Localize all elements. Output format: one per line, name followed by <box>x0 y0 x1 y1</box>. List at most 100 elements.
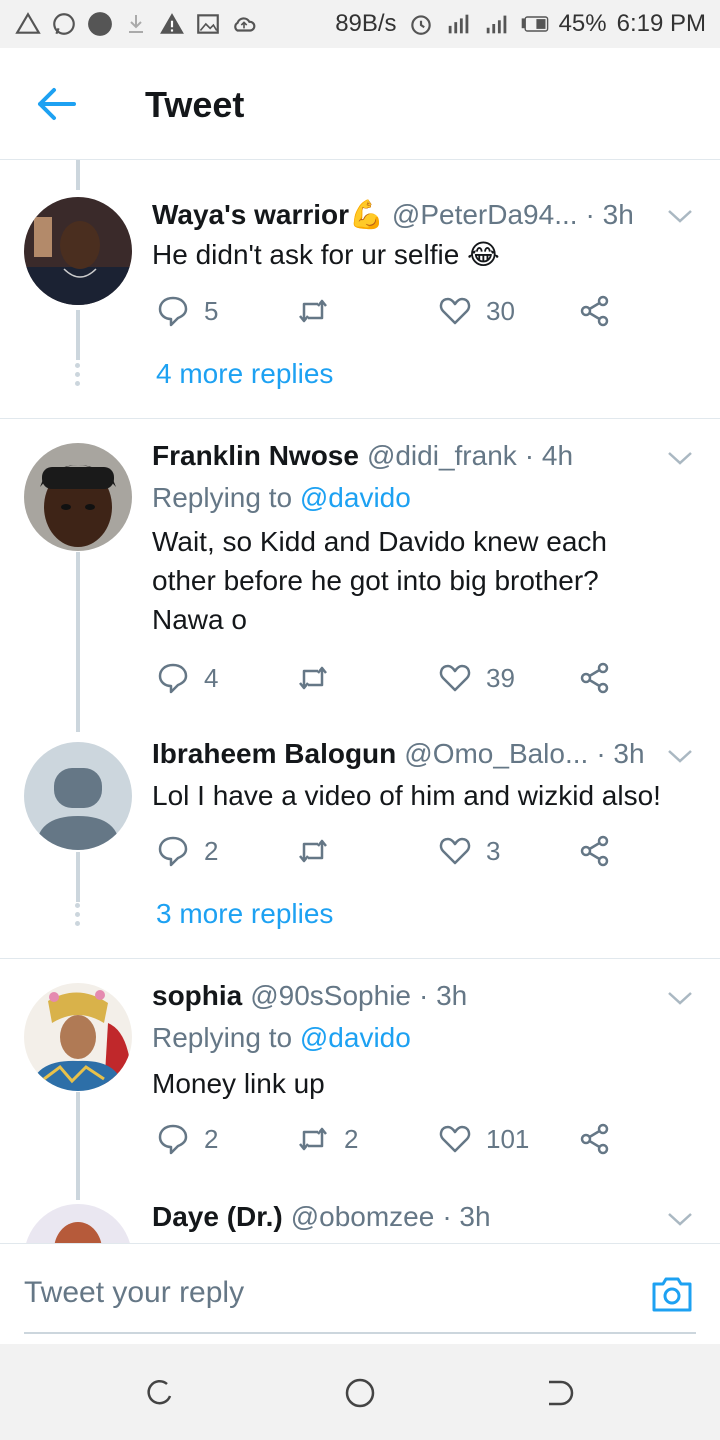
like-button[interactable]: 39 <box>438 661 515 695</box>
timestamp: · 3h <box>419 980 468 1011</box>
replying-prefix: Replying to <box>152 482 293 513</box>
like-button[interactable]: 3 <box>438 834 500 868</box>
thread-line <box>76 552 80 732</box>
retweet-button[interactable]: 2 <box>296 1122 358 1156</box>
heart-icon <box>439 664 471 692</box>
tweet-text: Wait, so Kidd and Davido knew each other… <box>152 526 607 635</box>
divider <box>0 958 720 959</box>
timestamp: · 3h <box>442 1201 491 1232</box>
alarm-icon <box>407 10 435 38</box>
share-button[interactable] <box>578 834 612 868</box>
like-count: 30 <box>486 295 515 326</box>
reply-count: 2 <box>204 1123 219 1154</box>
avatar[interactable] <box>24 443 132 551</box>
reply-button[interactable]: 4 <box>156 661 218 695</box>
reply-input[interactable]: Tweet your reply <box>24 1276 244 1310</box>
retweet-button[interactable] <box>296 661 344 695</box>
warning-outline-icon <box>14 10 42 38</box>
avatar[interactable] <box>24 742 132 850</box>
thread-dots <box>75 363 81 390</box>
like-count: 39 <box>486 662 515 693</box>
chevron-down-icon[interactable] <box>666 1209 694 1229</box>
chevron-down-icon[interactable] <box>666 206 694 226</box>
display-name[interactable]: Daye (Dr.) <box>152 1201 283 1233</box>
mention-link[interactable]: @davido <box>300 1022 411 1053</box>
retweet-icon <box>299 839 327 863</box>
reply-count: 4 <box>204 662 219 693</box>
username[interactable]: @obomzee <box>291 1201 435 1233</box>
top-app-bar: Tweet <box>0 48 720 160</box>
tweet-header: Daye (Dr.) @obomzee · 3h <box>152 1201 682 1233</box>
tweet-header: Waya's warrior💪 @PeterDa94... · 3h <box>152 198 682 231</box>
replying-to: Replying to @davido <box>152 1022 411 1054</box>
camera-icon[interactable] <box>650 1274 694 1314</box>
reply-count: 2 <box>204 835 219 866</box>
reply-composer: Tweet your reply <box>0 1243 720 1344</box>
chevron-down-icon[interactable] <box>666 988 694 1008</box>
tweet-actions: 2 3 <box>152 834 622 870</box>
tweet-header: Franklin Nwose @didi_frank · 4h <box>152 440 682 472</box>
display-name[interactable]: sophia <box>152 980 242 1012</box>
page-title: Tweet <box>145 84 245 125</box>
share-button[interactable] <box>578 294 612 328</box>
download-icon <box>122 10 150 38</box>
username[interactable]: @PeterDa94... <box>392 199 578 231</box>
thread-line <box>76 1092 80 1200</box>
share-icon <box>580 835 609 867</box>
thread-line <box>76 160 80 190</box>
replying-prefix: Replying to <box>152 1022 293 1053</box>
reply-button[interactable]: 5 <box>156 294 218 328</box>
tweet-actions: 2 2 101 <box>152 1122 622 1158</box>
display-name[interactable]: Franklin Nwose <box>152 440 359 472</box>
replying-to: Replying to @davido <box>152 482 411 514</box>
thread-line <box>76 310 80 360</box>
replies-feed[interactable]: Waya's warrior💪 @PeterDa94... · 3h He di… <box>0 160 720 1244</box>
avatar[interactable] <box>24 197 132 305</box>
mention-link[interactable]: @davido <box>300 482 411 513</box>
tweet-header: sophia @90sSophie · 3h <box>152 980 682 1012</box>
share-icon <box>580 1123 609 1155</box>
reply-icon <box>158 296 188 327</box>
username[interactable]: @didi_frank <box>367 440 517 472</box>
recents-icon[interactable] <box>143 1376 177 1410</box>
avatar[interactable] <box>24 1204 132 1244</box>
home-icon[interactable] <box>343 1376 377 1410</box>
display-name[interactable]: Ibraheem Balogun <box>152 738 396 770</box>
tweet-text: He didn't ask for ur selfie 😂 <box>152 239 500 270</box>
record-dot-icon <box>86 10 114 38</box>
back-nav-icon[interactable] <box>543 1376 577 1410</box>
avatar[interactable] <box>24 983 132 1091</box>
username[interactable]: @Omo_Balo... <box>404 738 588 770</box>
network-speed: 89B/s <box>335 10 397 37</box>
reply-button[interactable]: 2 <box>156 1122 218 1156</box>
battery-percent: 45% <box>558 10 607 37</box>
warning-filled-icon <box>158 10 186 38</box>
share-button[interactable] <box>578 661 612 695</box>
more-replies-link[interactable]: 3 more replies <box>156 898 333 930</box>
whatsapp-icon <box>50 10 78 38</box>
thread-dots <box>75 903 81 930</box>
retweet-icon <box>299 666 327 690</box>
heart-icon <box>439 297 471 325</box>
status-bar: 89B/s 45% 6:19 PM <box>0 0 720 48</box>
reply-button[interactable]: 2 <box>156 834 218 868</box>
display-name[interactable]: Waya's warrior💪 <box>152 198 384 231</box>
back-arrow-icon[interactable] <box>34 86 78 122</box>
chevron-down-icon[interactable] <box>666 448 694 468</box>
thread-line <box>76 852 80 902</box>
tweet-actions: 5 30 <box>152 294 622 330</box>
timestamp: · 3h <box>596 738 645 769</box>
username[interactable]: @90sSophie <box>250 980 411 1012</box>
share-button[interactable] <box>578 1122 612 1156</box>
more-replies-link[interactable]: 4 more replies <box>156 358 333 390</box>
chevron-down-icon[interactable] <box>666 746 694 766</box>
retweet-button[interactable] <box>296 294 344 328</box>
reply-icon <box>158 663 188 694</box>
like-button[interactable]: 101 <box>438 1122 529 1156</box>
like-count: 101 <box>486 1123 530 1154</box>
like-button[interactable]: 30 <box>438 294 515 328</box>
input-underline <box>24 1332 696 1334</box>
retweet-button[interactable] <box>296 834 344 868</box>
timestamp: · 3h <box>585 198 634 230</box>
share-icon <box>580 295 609 327</box>
